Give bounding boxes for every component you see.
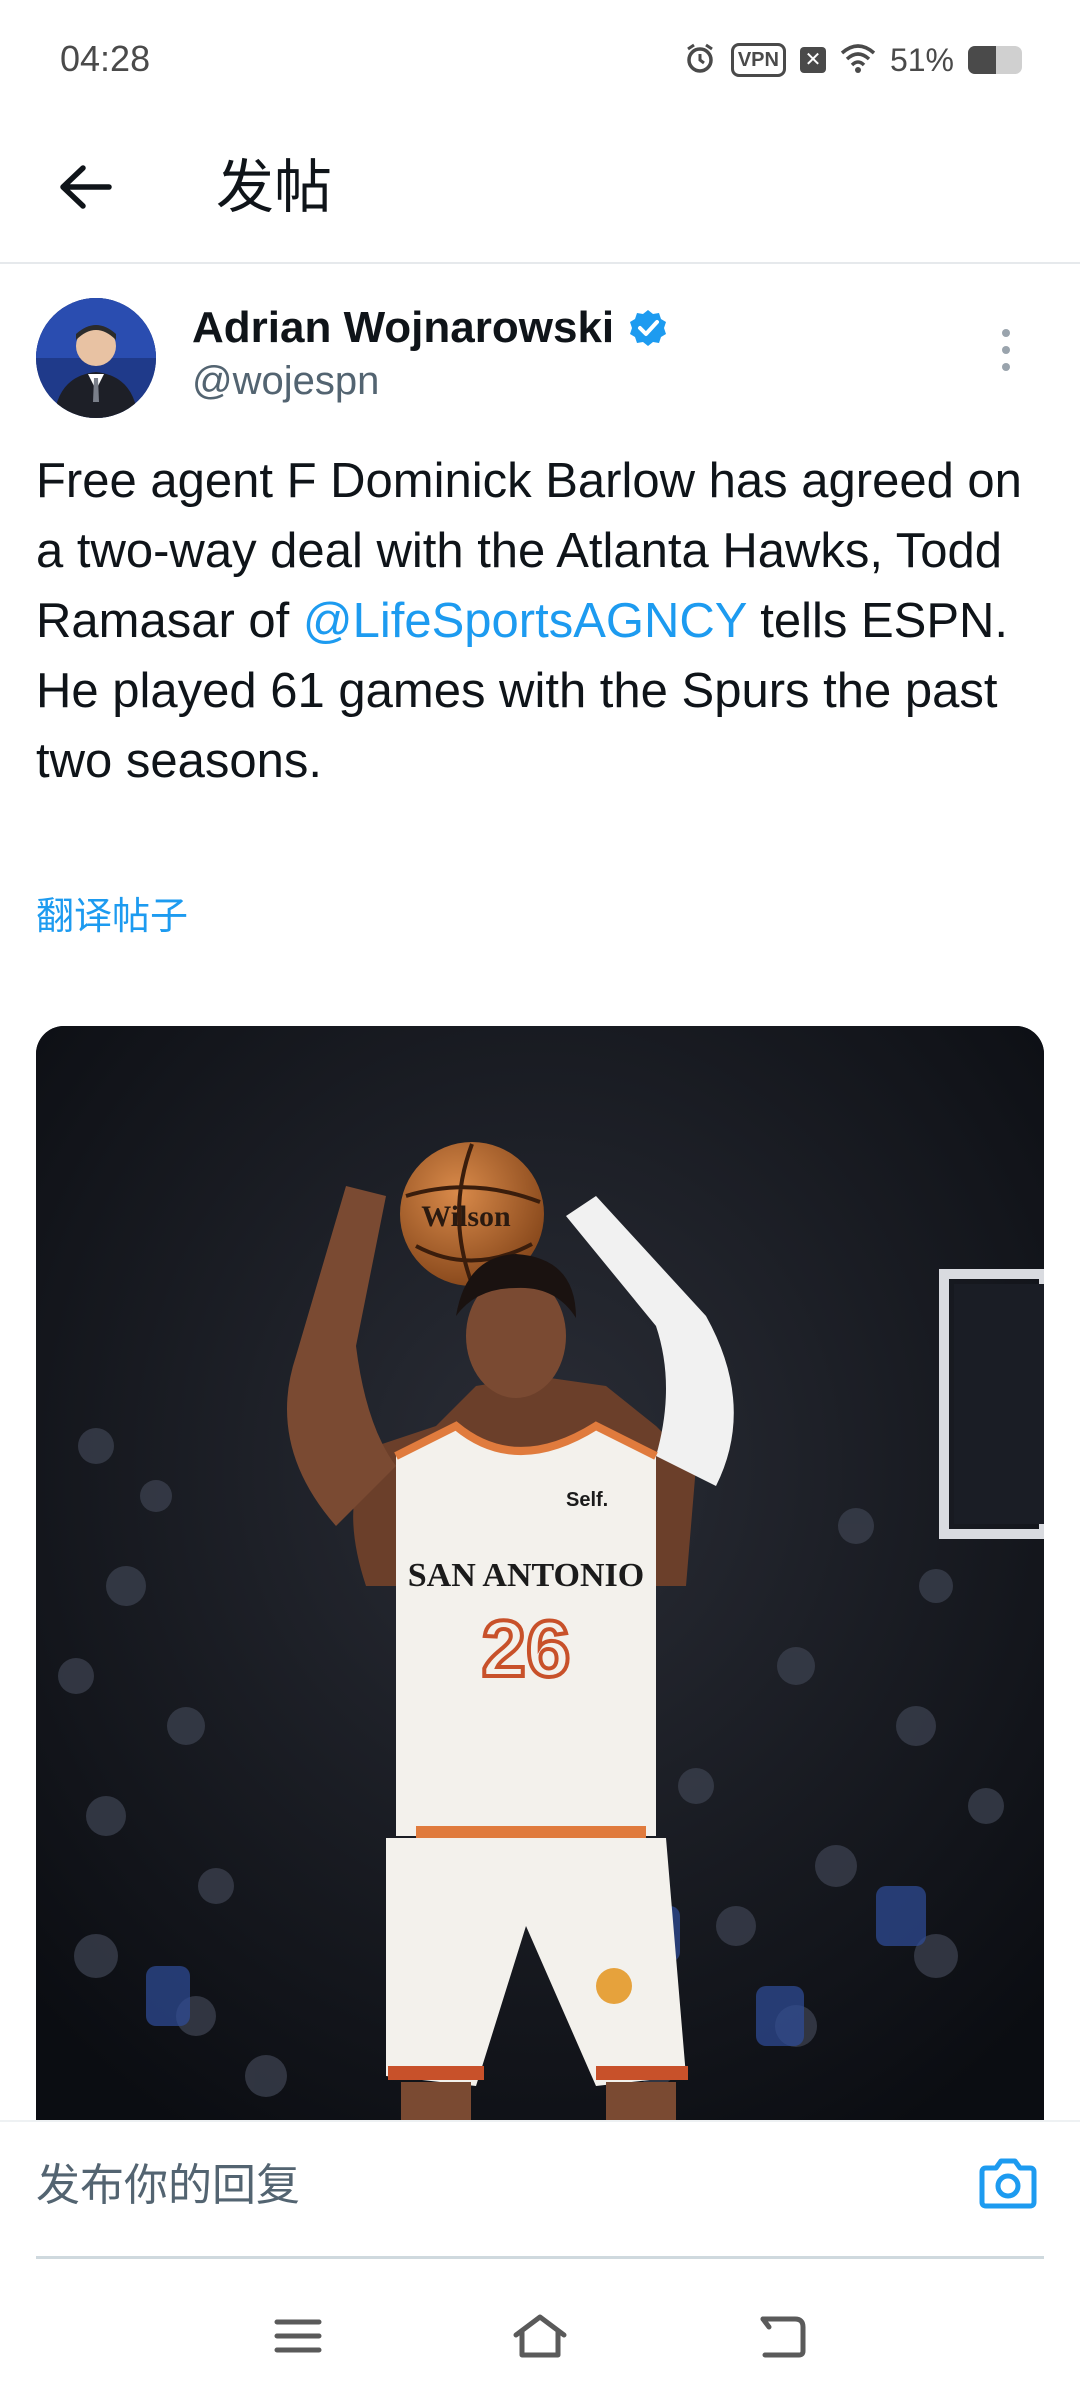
home-button[interactable] — [505, 2306, 575, 2366]
avatar[interactable] — [36, 298, 156, 418]
vpn-icon: VPN — [730, 43, 786, 77]
basketball-player-photo: Wilson SAN ANTONIO 26 Self. — [36, 1026, 1044, 2126]
back-arrow-icon — [760, 2316, 806, 2358]
close-box-icon: ✕ — [799, 47, 826, 73]
battery-level-fill — [968, 46, 996, 74]
tweet-media-image[interactable]: Wilson SAN ANTONIO 26 Self. — [36, 1026, 1044, 2126]
more-dot-icon — [1002, 329, 1010, 337]
more-dot-icon — [1002, 346, 1010, 354]
back-button[interactable] — [50, 152, 120, 222]
jersey-number-text: 26 — [482, 1604, 571, 1693]
reply-bar — [0, 2120, 1080, 2262]
system-nav-bar — [0, 2262, 1080, 2400]
reply-input[interactable] — [36, 2146, 976, 2226]
ball-brand-text: Wilson — [421, 1200, 511, 1233]
wifi-icon — [840, 43, 876, 78]
camera-button[interactable] — [972, 2148, 1044, 2220]
page-title: 发帖 — [216, 155, 333, 220]
status-time: 04:28 — [60, 38, 151, 79]
more-dot-icon — [1002, 363, 1010, 371]
mention-link[interactable]: @LifeSportsAGNCY — [303, 594, 747, 648]
menu-icon — [274, 2319, 322, 2353]
jersey-team-text: SAN ANTONIO — [408, 1557, 645, 1594]
alarm-icon — [683, 41, 717, 80]
camera-icon — [979, 2158, 1037, 2209]
more-options-button[interactable] — [986, 320, 1026, 380]
jersey-sponsor-text: Self. — [566, 1489, 608, 1511]
battery-percent: 51% — [889, 41, 954, 78]
recent-apps-button[interactable] — [263, 2306, 333, 2366]
reply-divider — [36, 2256, 1044, 2259]
home-icon — [513, 2314, 567, 2358]
battery-icon — [968, 46, 1022, 74]
app-header: 发帖 — [0, 120, 1080, 264]
back-nav-button[interactable] — [747, 2306, 817, 2366]
translate-post-link[interactable]: 翻译帖子 — [36, 890, 188, 944]
author-handle[interactable]: @wojespn — [192, 354, 379, 408]
author-name-text: Adrian Wojnarowski — [192, 303, 615, 352]
status-bar: 04:28 VPN ✕ 51% — [0, 0, 1080, 120]
verified-badge-icon — [630, 310, 667, 346]
status-icons: VPN ✕ 51% — [683, 40, 1022, 80]
tweet-text: Free agent F Dominick Barlow has agreed … — [36, 446, 1046, 796]
author-name[interactable]: Adrian Wojnarowski — [192, 300, 668, 356]
arrow-left-icon — [60, 165, 112, 209]
